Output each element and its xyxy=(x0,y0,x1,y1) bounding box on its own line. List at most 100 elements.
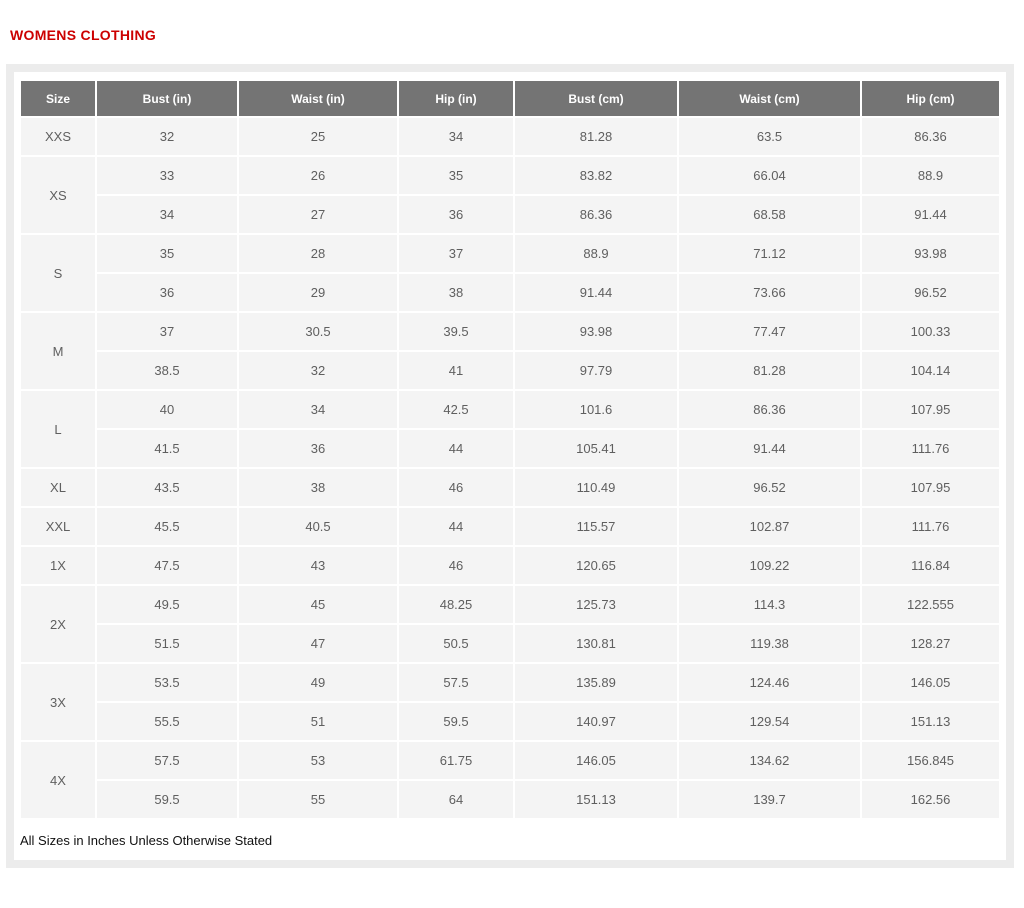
size-cell: M xyxy=(21,313,95,389)
value-cell: 66.04 xyxy=(679,157,860,194)
value-cell: 51 xyxy=(239,703,397,740)
value-cell: 134.62 xyxy=(679,742,860,779)
value-cell: 28 xyxy=(239,235,397,272)
value-cell: 42.5 xyxy=(399,391,513,428)
value-cell: 146.05 xyxy=(515,742,677,779)
value-cell: 68.58 xyxy=(679,196,860,233)
size-chart-panel: SizeBust (in)Waist (in)Hip (in)Bust (cm)… xyxy=(6,64,1014,868)
value-cell: 59.5 xyxy=(97,781,237,818)
value-cell: 73.66 xyxy=(679,274,860,311)
value-cell: 55.5 xyxy=(97,703,237,740)
table-header: SizeBust (in)Waist (in)Hip (in)Bust (cm)… xyxy=(21,81,999,116)
table-row: XXL45.540.544115.57102.87111.76 xyxy=(21,508,999,545)
table-row: 59.55564151.13139.7162.56 xyxy=(21,781,999,818)
value-cell: 97.79 xyxy=(515,352,677,389)
value-cell: 91.44 xyxy=(679,430,860,467)
table-row: 41.53644105.4191.44111.76 xyxy=(21,430,999,467)
size-chart-table: SizeBust (in)Waist (in)Hip (in)Bust (cm)… xyxy=(19,79,1001,820)
value-cell: 30.5 xyxy=(239,313,397,350)
table-row: 1X47.54346120.65109.22116.84 xyxy=(21,547,999,584)
value-cell: 45 xyxy=(239,586,397,623)
value-cell: 114.3 xyxy=(679,586,860,623)
value-cell: 71.12 xyxy=(679,235,860,272)
value-cell: 46 xyxy=(399,547,513,584)
value-cell: 129.54 xyxy=(679,703,860,740)
size-cell: 4X xyxy=(21,742,95,818)
size-cell: XXL xyxy=(21,508,95,545)
value-cell: 111.76 xyxy=(862,430,999,467)
value-cell: 81.28 xyxy=(679,352,860,389)
value-cell: 32 xyxy=(97,118,237,155)
table-row: 38.5324197.7981.28104.14 xyxy=(21,352,999,389)
value-cell: 139.7 xyxy=(679,781,860,818)
value-cell: 120.65 xyxy=(515,547,677,584)
value-cell: 40 xyxy=(97,391,237,428)
value-cell: 61.75 xyxy=(399,742,513,779)
value-cell: 93.98 xyxy=(515,313,677,350)
header-row: SizeBust (in)Waist (in)Hip (in)Bust (cm)… xyxy=(21,81,999,116)
size-chart-footnote: All Sizes in Inches Unless Otherwise Sta… xyxy=(20,833,1005,848)
table-row: 4X57.55361.75146.05134.62156.845 xyxy=(21,742,999,779)
value-cell: 130.81 xyxy=(515,625,677,662)
value-cell: 109.22 xyxy=(679,547,860,584)
table-row: 36293891.4473.6696.52 xyxy=(21,274,999,311)
value-cell: 46 xyxy=(399,469,513,506)
value-cell: 115.57 xyxy=(515,508,677,545)
table-row: XS33263583.8266.0488.9 xyxy=(21,157,999,194)
value-cell: 49.5 xyxy=(97,586,237,623)
value-cell: 57.5 xyxy=(97,742,237,779)
value-cell: 36 xyxy=(97,274,237,311)
value-cell: 38.5 xyxy=(97,352,237,389)
value-cell: 57.5 xyxy=(399,664,513,701)
value-cell: 34 xyxy=(97,196,237,233)
value-cell: 83.82 xyxy=(515,157,677,194)
value-cell: 91.44 xyxy=(862,196,999,233)
value-cell: 51.5 xyxy=(97,625,237,662)
value-cell: 146.05 xyxy=(862,664,999,701)
value-cell: 44 xyxy=(399,508,513,545)
table-row: 3X53.54957.5135.89124.46146.05 xyxy=(21,664,999,701)
table-row: XXS32253481.2863.586.36 xyxy=(21,118,999,155)
value-cell: 41 xyxy=(399,352,513,389)
value-cell: 45.5 xyxy=(97,508,237,545)
size-cell: S xyxy=(21,235,95,311)
value-cell: 41.5 xyxy=(97,430,237,467)
value-cell: 50.5 xyxy=(399,625,513,662)
value-cell: 44 xyxy=(399,430,513,467)
value-cell: 29 xyxy=(239,274,397,311)
size-cell: XS xyxy=(21,157,95,233)
value-cell: 49 xyxy=(239,664,397,701)
value-cell: 33 xyxy=(97,157,237,194)
value-cell: 119.38 xyxy=(679,625,860,662)
value-cell: 47 xyxy=(239,625,397,662)
value-cell: 43 xyxy=(239,547,397,584)
value-cell: 151.13 xyxy=(862,703,999,740)
value-cell: 111.76 xyxy=(862,508,999,545)
value-cell: 53 xyxy=(239,742,397,779)
value-cell: 96.52 xyxy=(679,469,860,506)
value-cell: 48.25 xyxy=(399,586,513,623)
value-cell: 101.6 xyxy=(515,391,677,428)
value-cell: 47.5 xyxy=(97,547,237,584)
value-cell: 100.33 xyxy=(862,313,999,350)
value-cell: 135.89 xyxy=(515,664,677,701)
value-cell: 34 xyxy=(399,118,513,155)
value-cell: 37 xyxy=(97,313,237,350)
value-cell: 91.44 xyxy=(515,274,677,311)
value-cell: 53.5 xyxy=(97,664,237,701)
value-cell: 125.73 xyxy=(515,586,677,623)
value-cell: 88.9 xyxy=(862,157,999,194)
value-cell: 36 xyxy=(399,196,513,233)
table-row: S35283788.971.1293.98 xyxy=(21,235,999,272)
table-row: 34273686.3668.5891.44 xyxy=(21,196,999,233)
value-cell: 37 xyxy=(399,235,513,272)
value-cell: 34 xyxy=(239,391,397,428)
size-cell: L xyxy=(21,391,95,467)
value-cell: 38 xyxy=(239,469,397,506)
value-cell: 36 xyxy=(239,430,397,467)
value-cell: 140.97 xyxy=(515,703,677,740)
value-cell: 128.27 xyxy=(862,625,999,662)
table-row: 55.55159.5140.97129.54151.13 xyxy=(21,703,999,740)
column-header-hip-in: Hip (in) xyxy=(399,81,513,116)
value-cell: 35 xyxy=(97,235,237,272)
